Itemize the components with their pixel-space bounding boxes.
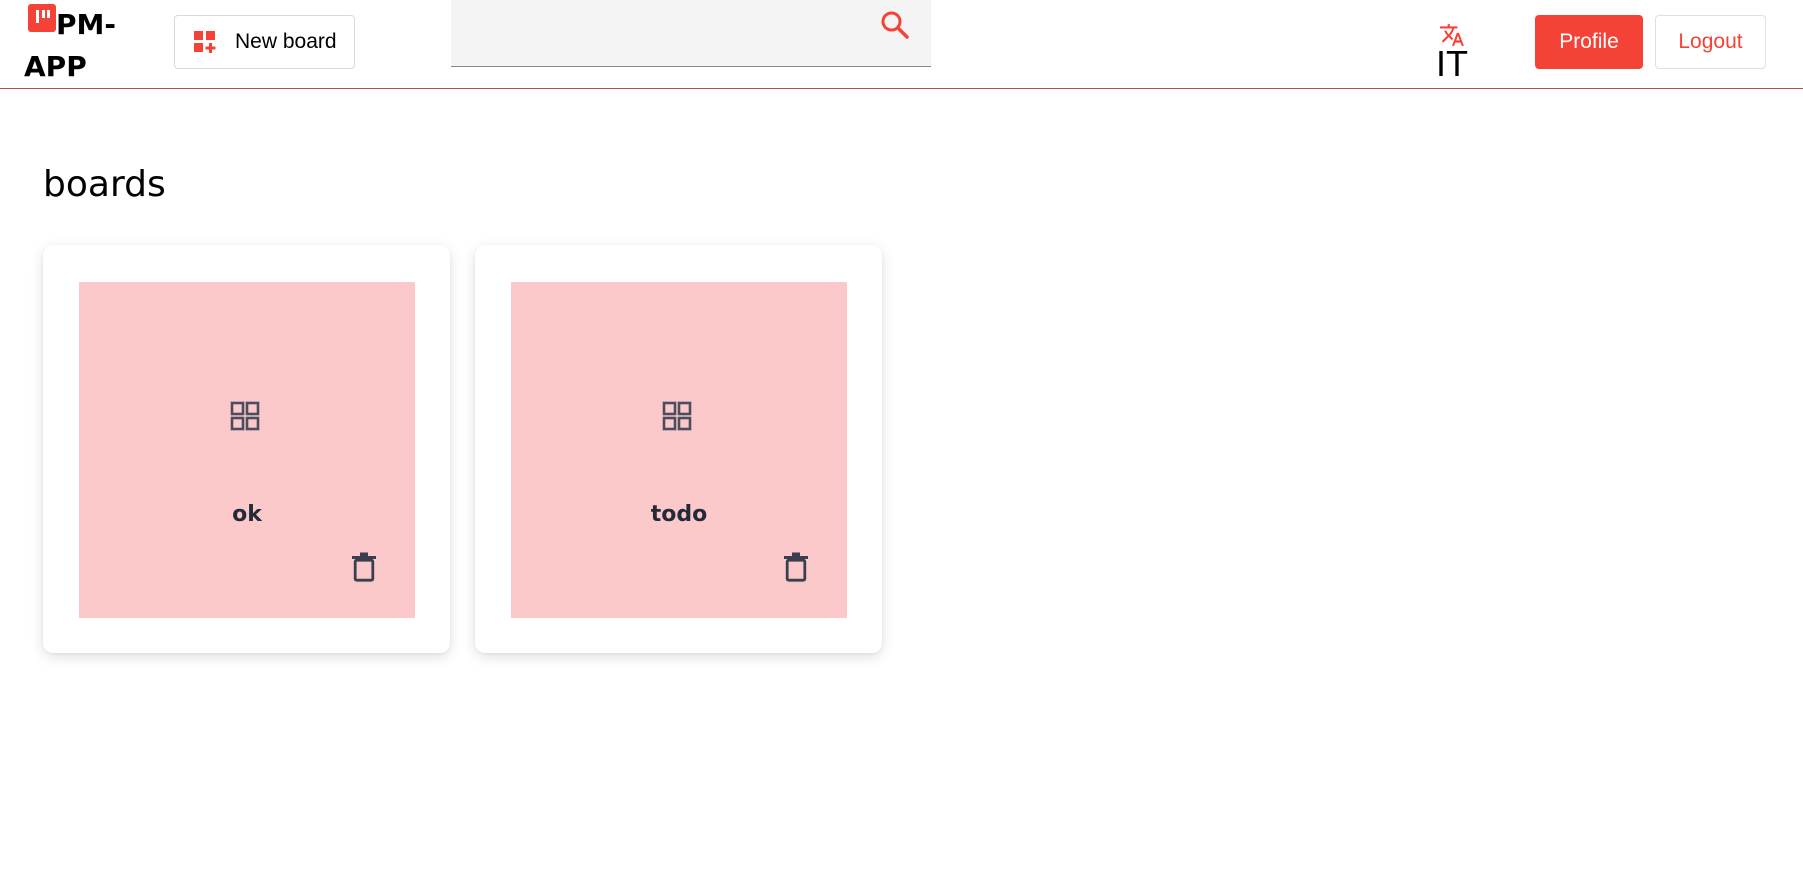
language-label: IT bbox=[1436, 43, 1468, 84]
search-field bbox=[451, 0, 931, 67]
search-icon[interactable] bbox=[879, 9, 911, 41]
logout-button[interactable]: Logout bbox=[1655, 15, 1766, 69]
board-card: todo bbox=[475, 245, 882, 653]
new-board-button[interactable]: New board bbox=[174, 15, 355, 69]
dashboard-icon bbox=[662, 401, 692, 431]
brand-line-1: PM- bbox=[24, 4, 116, 46]
board-name: todo bbox=[650, 502, 708, 527]
app-logo-icon bbox=[28, 4, 56, 32]
trash-icon[interactable] bbox=[782, 552, 810, 582]
board-tile[interactable]: ok bbox=[79, 282, 415, 618]
brand-line-2: APP bbox=[24, 50, 87, 83]
trash-icon[interactable] bbox=[350, 552, 378, 582]
board-card: ok bbox=[43, 245, 450, 653]
dashboard-icon bbox=[230, 401, 260, 431]
search-input[interactable] bbox=[451, 0, 871, 66]
board-name: ok bbox=[232, 502, 262, 527]
brand-name-part-1: PM- bbox=[56, 8, 117, 41]
language-switcher[interactable]: IT bbox=[1430, 22, 1474, 86]
app-header: PM- APP New board IT Profile Logout bbox=[0, 0, 1803, 89]
board-tile[interactable]: todo bbox=[511, 282, 847, 618]
add-board-icon bbox=[194, 31, 216, 53]
profile-button[interactable]: Profile bbox=[1535, 15, 1643, 69]
new-board-label: New board bbox=[235, 30, 337, 53]
page-title: boards bbox=[43, 164, 166, 205]
